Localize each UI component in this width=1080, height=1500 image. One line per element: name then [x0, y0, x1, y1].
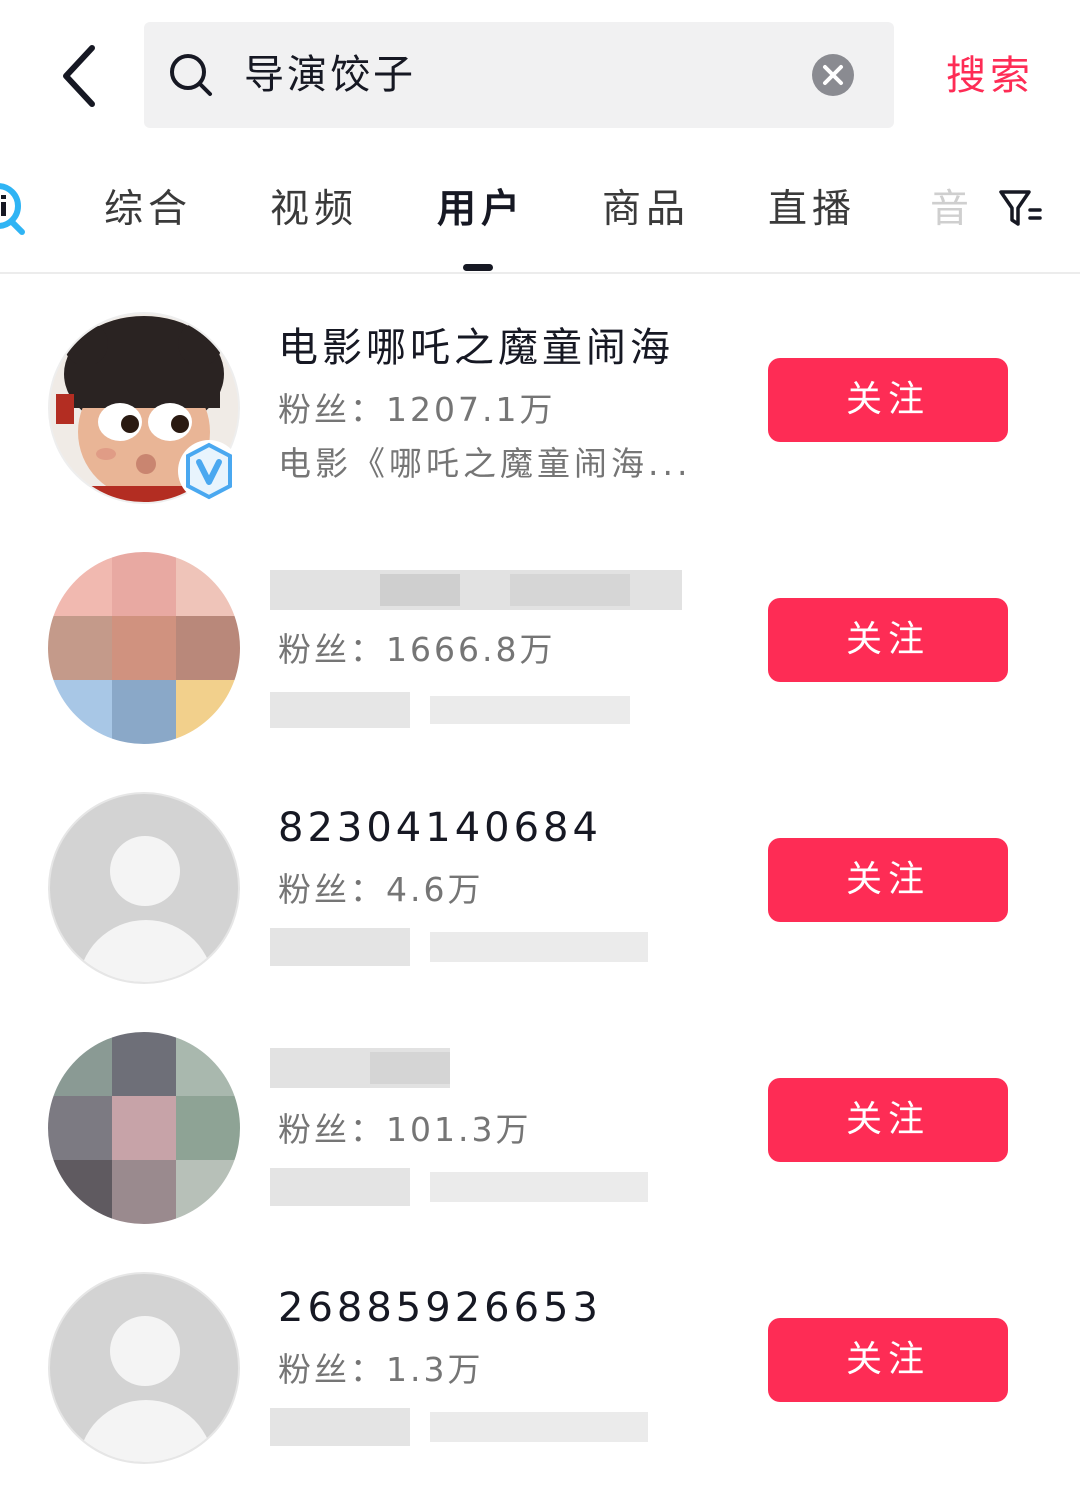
user-list-item[interactable]: 82304140684 粉丝：4.6万 关注 — [0, 752, 1080, 992]
user-description-redacted — [270, 1168, 648, 1206]
user-list-item[interactable]: 粉丝：101.3万 关注 — [0, 992, 1080, 1232]
user-avatar-image-blurred — [48, 552, 240, 744]
active-tab-indicator — [463, 264, 493, 271]
user-description-redacted — [270, 692, 630, 728]
avatar[interactable] — [48, 1032, 240, 1224]
tab-videos[interactable]: 视频 — [270, 180, 358, 240]
verified-badge — [178, 440, 240, 502]
user-fans-count: 粉丝：1207.1万 — [278, 390, 556, 429]
user-name: 82304140684 — [278, 805, 602, 851]
follow-button[interactable]: 关注 — [768, 358, 1008, 442]
follow-button[interactable]: 关注 — [768, 838, 1008, 922]
default-avatar-icon — [48, 792, 240, 984]
user-name-redacted — [270, 570, 682, 610]
search-input[interactable]: 导演饺子 — [244, 22, 804, 128]
user-name: 电影哪吒之魔童闹海 — [278, 325, 674, 371]
verified-v-icon — [186, 442, 232, 500]
user-name-redacted — [270, 1048, 450, 1088]
avatar[interactable] — [48, 792, 240, 984]
default-avatar-icon — [48, 1272, 240, 1464]
user-list-item[interactable]: 粉丝：1666.8万 关注 — [0, 512, 1080, 752]
avatar[interactable] — [48, 1272, 240, 1464]
filter-icon[interactable] — [998, 186, 1042, 230]
follow-button[interactable]: 关注 — [768, 598, 1008, 682]
search-icon — [170, 54, 212, 96]
follow-button[interactable]: 关注 — [768, 1078, 1008, 1162]
user-name: 26885926653 — [278, 1285, 602, 1331]
user-description: 电影《哪吒之魔童闹海... — [278, 444, 692, 483]
chevron-left-icon — [63, 45, 95, 107]
search-header: 导演饺子 搜索 — [0, 0, 1080, 150]
avatar[interactable] — [48, 552, 240, 744]
search-box[interactable]: 导演饺子 — [144, 22, 894, 128]
user-fans-count: 粉丝：101.3万 — [278, 1110, 532, 1149]
user-fans-count: 粉丝：1666.8万 — [278, 630, 556, 669]
user-fans-count: 粉丝：1.3万 — [278, 1350, 484, 1389]
user-fans-count: 粉丝：4.6万 — [278, 870, 484, 909]
avatar[interactable] — [48, 312, 240, 504]
search-submit-button[interactable]: 搜索 — [930, 44, 1050, 108]
user-description-redacted — [270, 1408, 648, 1446]
follow-button[interactable]: 关注 — [768, 1318, 1008, 1402]
ai-search-icon[interactable] — [0, 178, 28, 238]
user-list-item[interactable]: 电影哪吒之魔童闹海 粉丝：1207.1万 电影《哪吒之魔童闹海... 关注 — [0, 272, 1080, 512]
search-tabs: 综合 视频 用户 商品 直播 音 — [0, 150, 1080, 274]
tab-live[interactable]: 直播 — [768, 180, 856, 240]
tab-music[interactable]: 音 — [930, 180, 970, 240]
tab-comprehensive[interactable]: 综合 — [104, 180, 192, 240]
tab-products[interactable]: 商品 — [602, 180, 690, 240]
user-avatar-image-blurred — [48, 1032, 240, 1224]
back-button[interactable] — [52, 38, 112, 114]
tab-users[interactable]: 用户 — [437, 180, 525, 240]
user-description-redacted — [270, 928, 648, 966]
clear-icon[interactable] — [812, 54, 854, 96]
user-list-item[interactable]: 26885926653 粉丝：1.3万 关注 — [0, 1232, 1080, 1472]
